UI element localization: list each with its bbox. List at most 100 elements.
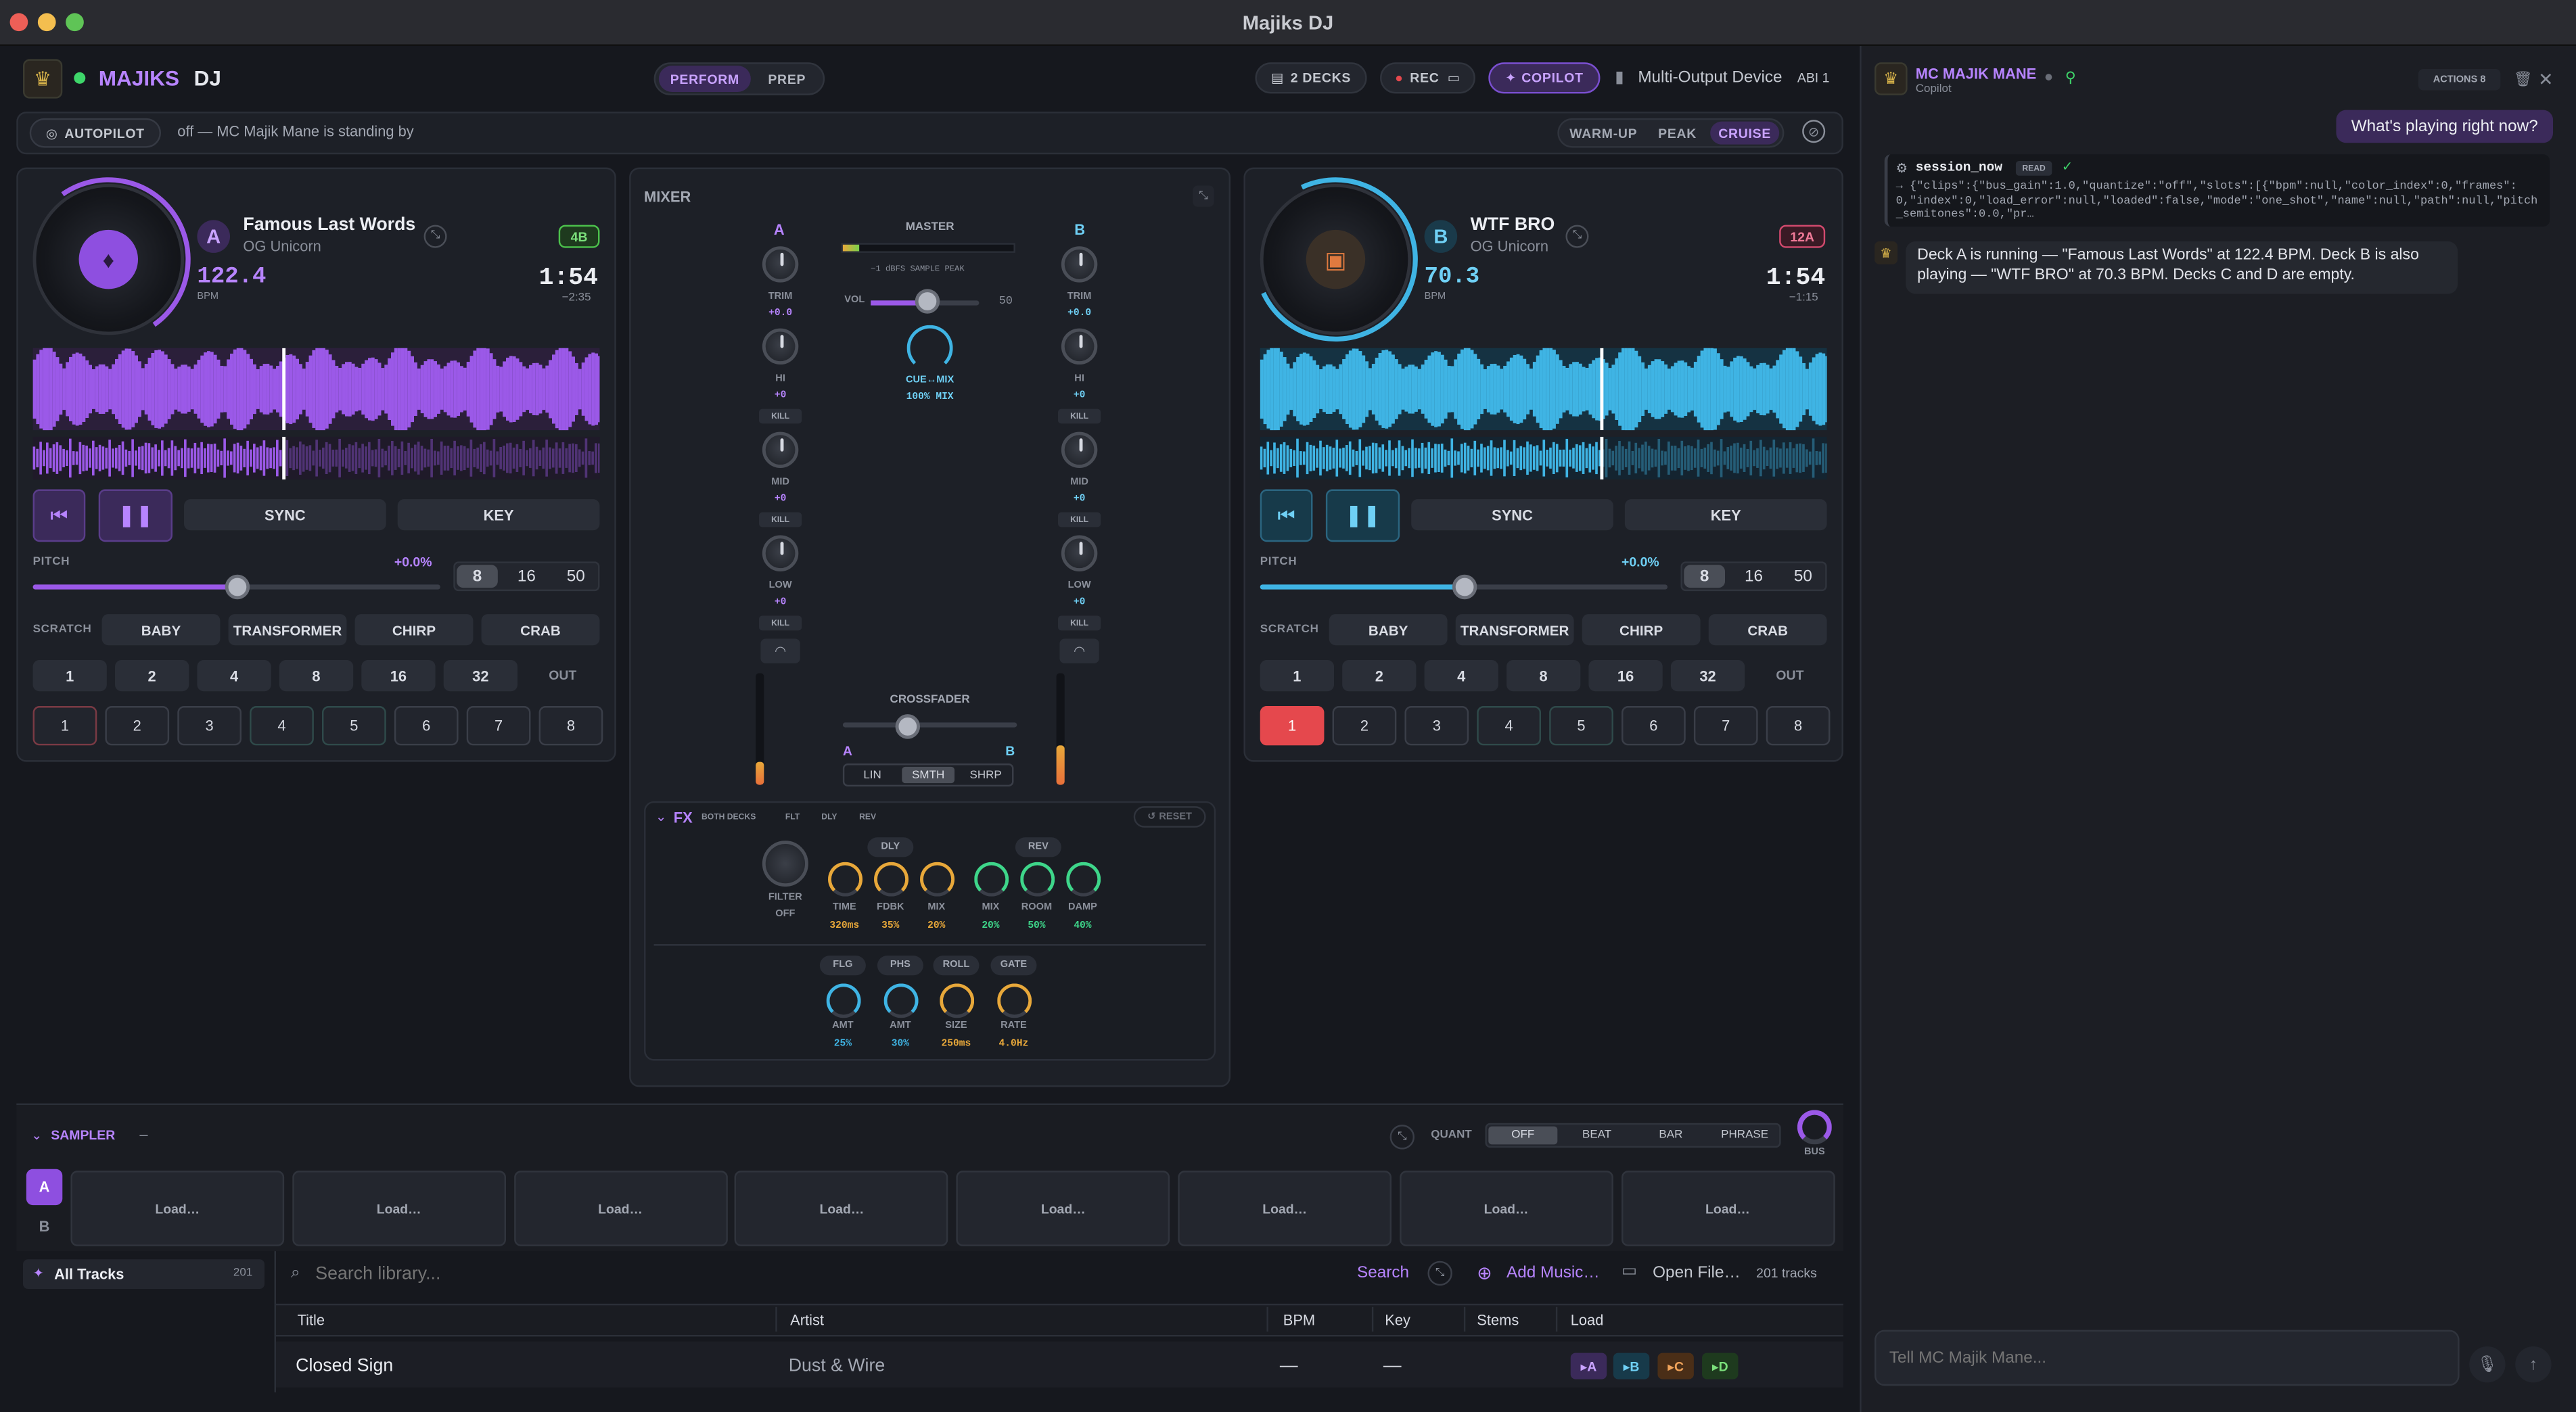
deck-a-pitch-handle[interactable] [225, 574, 250, 600]
search-button[interactable]: Search [1357, 1265, 1409, 1283]
compass-icon[interactable]: ⊘ [1802, 120, 1826, 143]
fx-gate-rate-knob[interactable] [997, 983, 1032, 1018]
deck-b-loop-1-button[interactable]: 1 [1260, 660, 1335, 692]
deck-a-scratch-crab-button[interactable]: CRAB [481, 614, 600, 646]
deck-b-hot-cue-1-button[interactable]: 1 [1260, 706, 1325, 746]
trash-icon[interactable]: 🗑 [2514, 70, 2533, 89]
column-artist[interactable]: Artist [790, 1312, 824, 1328]
deck-a-hot-cue-6-button[interactable]: 6 [394, 706, 459, 746]
column-bpm[interactable]: BPM [1283, 1312, 1315, 1328]
deck-a-hot-cue-4-button[interactable]: 4 [250, 706, 314, 746]
fx-dly-toggle[interactable]: DLY [867, 837, 914, 857]
add-music-button[interactable]: Add Music… [1506, 1265, 1600, 1283]
fx-tab-dly[interactable]: DLY [821, 813, 837, 823]
deck-b-hot-cue-7-button[interactable]: 7 [1693, 706, 1758, 746]
send-button[interactable]: ↑ [2515, 1346, 2552, 1383]
fx-reset-button[interactable]: ↺ RESET [1133, 806, 1206, 828]
fx-fdbk-knob[interactable] [874, 862, 909, 897]
sampler-bank-b-button[interactable]: B [26, 1212, 62, 1242]
deck-b-loop-8-button[interactable]: 8 [1506, 660, 1581, 692]
fx-gate-toggle[interactable]: GATE [990, 956, 1037, 976]
deck-b-range-50[interactable]: 50 [1782, 565, 1824, 588]
sampler-slot-2[interactable]: Load… [292, 1171, 506, 1246]
deck-b-pitch-handle[interactable] [1452, 574, 1477, 600]
deck-a-key-button[interactable]: KEY [397, 499, 600, 531]
deck-a-sync-button[interactable]: SYNC [184, 499, 386, 531]
fx-time-knob[interactable] [828, 862, 863, 897]
deck-a-loop-8-button[interactable]: 8 [279, 660, 354, 692]
crossfader-slider[interactable] [842, 722, 1017, 728]
channel-b-mid-knob[interactable] [1061, 431, 1098, 468]
library-shrink-icon[interactable]: ⤡ [1427, 1261, 1452, 1286]
deck-b-hot-cue-5-button[interactable]: 5 [1549, 706, 1613, 746]
sampler-slot-3[interactable]: Load… [513, 1171, 727, 1246]
channel-b-hi-knob[interactable] [1061, 328, 1098, 365]
microphone-button[interactable]: 🎙 [2469, 1346, 2506, 1383]
fx-rev-toggle[interactable]: REV [1015, 837, 1061, 857]
quant-off-button[interactable]: OFF [1488, 1126, 1558, 1145]
deck-b-key-button[interactable]: KEY [1624, 499, 1827, 531]
deck-b-play-pause-button[interactable]: ❚❚ [1325, 489, 1400, 542]
cue-mix-knob[interactable] [906, 325, 953, 371]
fx-tab-rev[interactable]: REV [859, 813, 876, 823]
decks-button[interactable]: ▤ 2 DECKS [1255, 62, 1367, 94]
fx-damp-knob[interactable] [1066, 862, 1101, 897]
close-icon[interactable]: ✕ [2538, 69, 2553, 90]
cruise-button[interactable]: CRUISE [1710, 121, 1780, 145]
deck-a-loop-16-button[interactable]: 16 [361, 660, 436, 692]
library-search-input[interactable] [315, 1259, 1302, 1289]
load-deck-c-button[interactable]: ▸C [1657, 1352, 1694, 1380]
channel-a-trim-knob[interactable] [762, 246, 799, 283]
channel-a-mid-knob[interactable] [762, 431, 799, 468]
fx-roll-size-knob[interactable] [940, 983, 975, 1018]
deck-b-scratch-chirp-button[interactable]: CHIRP [1582, 614, 1701, 646]
deck-a-hot-cue-1-button[interactable]: 1 [32, 706, 97, 746]
audio-device-label[interactable]: Multi-Output Device [1638, 69, 1782, 87]
sampler-collapse-icon[interactable]: ⌄ [31, 1128, 42, 1143]
channel-a-hi-kill-button[interactable]: KILL [759, 408, 802, 424]
deck-a-play-pause-button[interactable]: ❚❚ [98, 489, 173, 542]
record-button[interactable]: ● REC ▭ [1380, 62, 1475, 94]
deck-b-loop-4-button[interactable]: 4 [1424, 660, 1498, 692]
channel-b-low-kill-button[interactable]: KILL [1058, 615, 1101, 631]
deck-a-loop-out-button[interactable]: OUT [526, 660, 599, 691]
perform-mode-button[interactable]: PERFORM [658, 66, 751, 92]
channel-b-headphones-icon[interactable]: ◠ [1059, 638, 1099, 663]
deck-b-loop-32-button[interactable]: 32 [1670, 660, 1745, 692]
prep-mode-button[interactable]: PREP [756, 66, 818, 92]
deck-a-hot-cue-3-button[interactable]: 3 [177, 706, 242, 746]
peak-button[interactable]: PEAK [1648, 122, 1707, 145]
deck-b-waveform-overview[interactable] [1260, 345, 1829, 433]
deck-a-waveform-overview[interactable] [32, 345, 601, 433]
deck-a-scratch-transformer-button[interactable]: TRANSFORMER [228, 614, 347, 646]
deck-a-range-8[interactable]: 8 [457, 565, 498, 588]
deck-a-scratch-baby-button[interactable]: BABY [101, 614, 221, 646]
curve-shrp-button[interactable]: SHRP [959, 767, 1012, 783]
filter-knob[interactable] [762, 841, 808, 887]
autopilot-toggle[interactable]: ◎ AUTOPILOT [29, 118, 162, 148]
deck-b-cue-button[interactable]: ⏮ [1260, 489, 1313, 542]
mixer-collapse-icon[interactable]: ⤡ [1193, 185, 1214, 207]
column-stems[interactable]: Stems [1477, 1312, 1519, 1328]
copilot-input[interactable] [1874, 1329, 2460, 1386]
copilot-actions-button[interactable]: ACTIONS 8 [2418, 68, 2501, 91]
master-volume-handle[interactable] [915, 289, 940, 314]
deck-b-hot-cue-2-button[interactable]: 2 [1332, 706, 1397, 746]
sampler-bank-a-button[interactable]: A [26, 1169, 63, 1206]
channel-a-low-kill-button[interactable]: KILL [759, 615, 802, 631]
load-deck-d-button[interactable]: ▸D [1702, 1352, 1739, 1380]
table-row[interactable] [276, 1341, 1843, 1388]
sampler-slot-7[interactable]: Load… [1399, 1171, 1613, 1246]
deck-a-loop-2-button[interactable]: 2 [115, 660, 189, 692]
deck-b-range-16[interactable]: 16 [1733, 565, 1774, 588]
quant-beat-button[interactable]: BEAT [1561, 1127, 1633, 1145]
fx-flg-amt-knob[interactable] [826, 983, 861, 1018]
deck-a-range-50[interactable]: 50 [555, 565, 597, 588]
deck-a-hot-cue-8-button[interactable]: 8 [538, 706, 603, 746]
deck-b-scratch-baby-button[interactable]: BABY [1329, 614, 1448, 646]
deck-b-scratch-transformer-button[interactable]: TRANSFORMER [1455, 614, 1574, 646]
channel-b-hi-kill-button[interactable]: KILL [1058, 408, 1101, 424]
deck-a-loop-1-button[interactable]: 1 [32, 660, 107, 692]
open-file-button[interactable]: Open File… [1653, 1265, 1741, 1283]
fx-mix-knob[interactable] [920, 862, 955, 897]
